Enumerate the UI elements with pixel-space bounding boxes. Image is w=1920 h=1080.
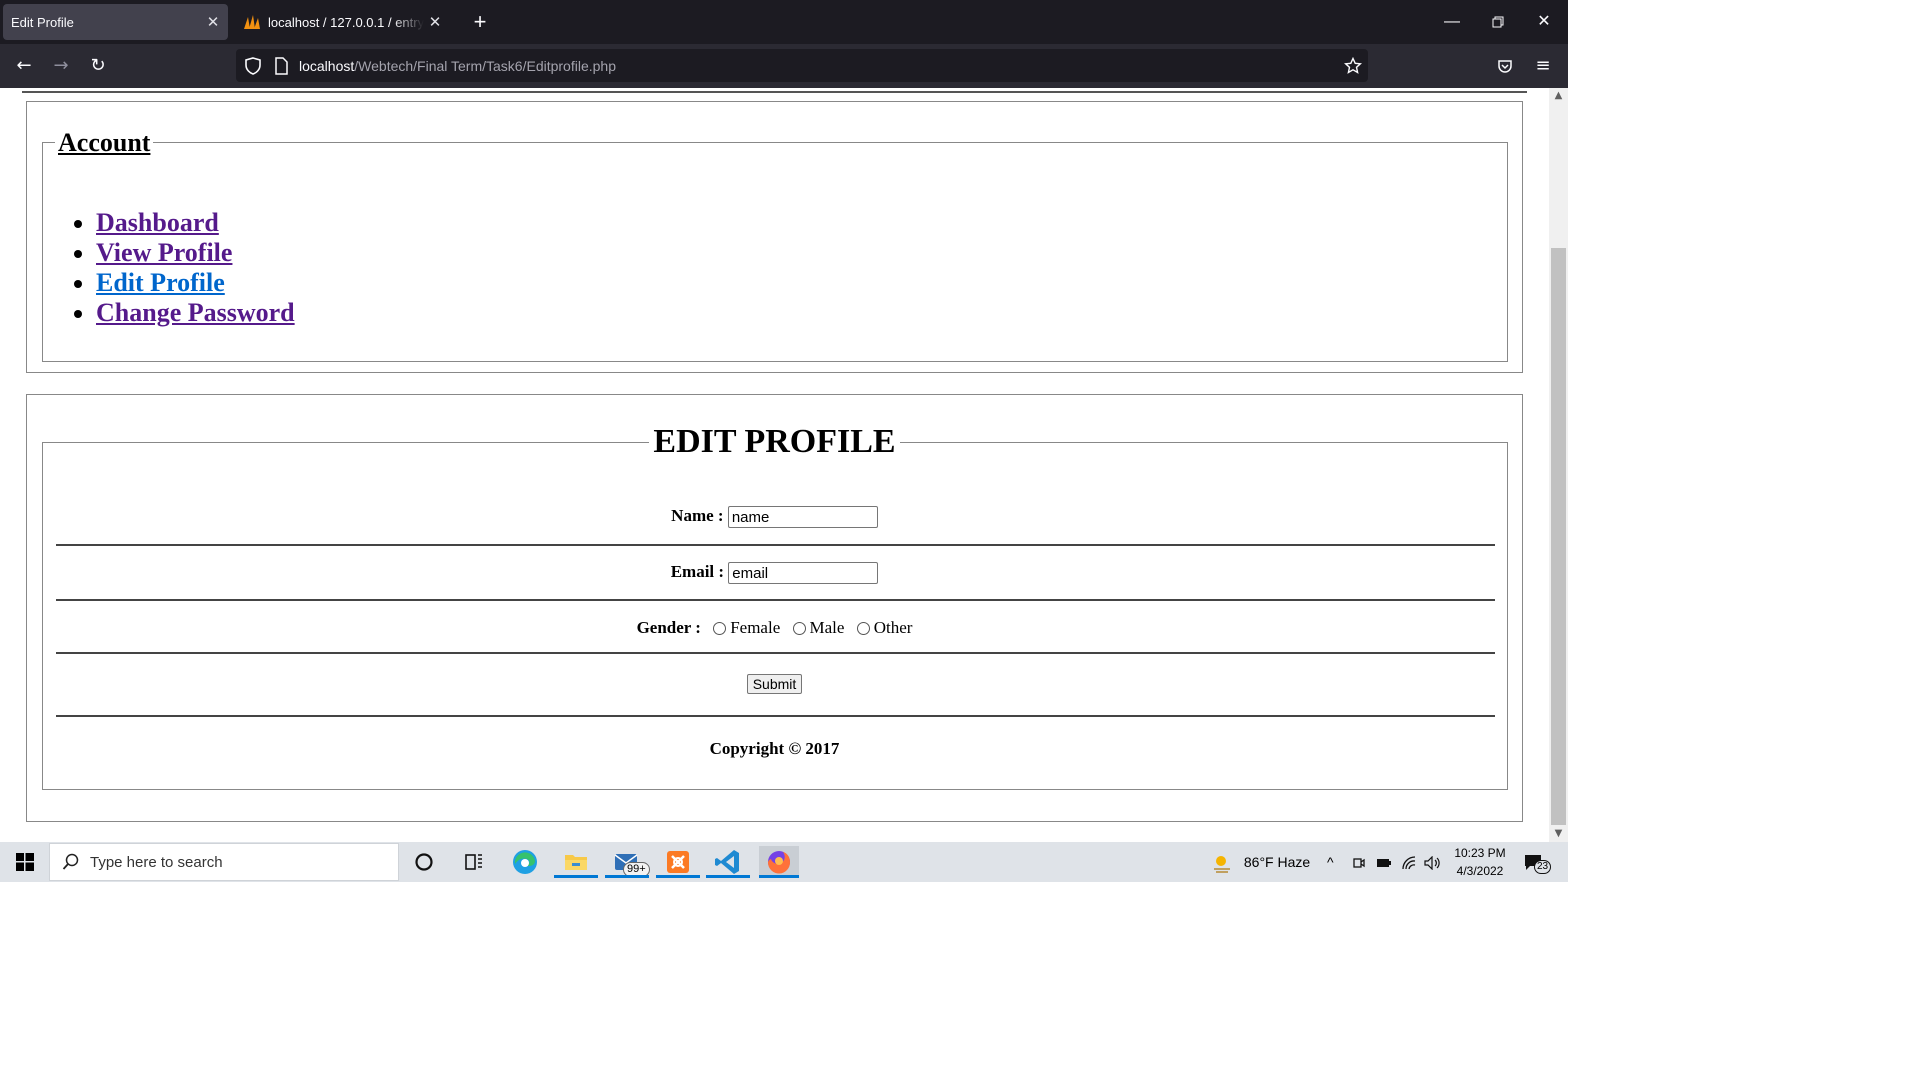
- tab-close-icon[interactable]: ✕: [424, 13, 446, 31]
- email-input[interactable]: [728, 562, 879, 585]
- account-menu: Dashboard View Profile Edit Profile Chan…: [58, 208, 295, 328]
- tab-edit-profile[interactable]: Edit Profile ✕: [3, 4, 228, 40]
- clock-date: 4/3/2022: [1456, 864, 1504, 878]
- search-placeholder: Type here to search: [90, 854, 223, 871]
- list-item: Change Password: [96, 298, 295, 328]
- running-indicator: [605, 875, 649, 878]
- running-indicator: [554, 875, 598, 878]
- account-legend: Account: [55, 128, 154, 158]
- scrollbar-thumb[interactable]: [1551, 248, 1566, 825]
- web-page: Account Dashboard View Profile Edit Prof…: [0, 88, 1549, 842]
- female-radio[interactable]: [713, 621, 727, 635]
- mail-icon[interactable]: 99+: [605, 846, 650, 878]
- submit-row: Submit: [0, 674, 1549, 694]
- divider: [22, 91, 1527, 93]
- phpmyadmin-favicon-icon: [244, 15, 260, 29]
- pocket-icon[interactable]: [1490, 52, 1520, 80]
- reload-icon[interactable]: ↻: [83, 52, 113, 80]
- running-indicator: [656, 875, 700, 878]
- edit-profile-link[interactable]: Edit Profile: [96, 268, 225, 297]
- page-icon[interactable]: [272, 57, 290, 75]
- running-indicator: [759, 875, 799, 878]
- url-text[interactable]: localhost/Webtech/Final Term/Task6/Editp…: [299, 58, 616, 74]
- tab-title: localhost / 127.0.0.1 / entry / sto: [268, 14, 424, 30]
- tab-strip: Edit Profile ✕ localhost / 127.0.0.1 / e…: [0, 0, 1568, 44]
- minimize-icon[interactable]: —: [1432, 8, 1472, 36]
- running-indicator: [706, 875, 750, 878]
- view-profile-link[interactable]: View Profile: [96, 238, 232, 267]
- meet-now-icon[interactable]: [1352, 842, 1366, 882]
- list-item: View Profile: [96, 238, 295, 268]
- volume-icon[interactable]: [1424, 842, 1442, 882]
- notification-count: 23: [1534, 860, 1552, 874]
- name-input[interactable]: [727, 506, 878, 529]
- name-row: Name :: [0, 506, 1549, 529]
- other-radio[interactable]: [856, 621, 870, 635]
- male-radio[interactable]: [792, 621, 806, 635]
- divider: [56, 544, 1495, 546]
- close-window-icon[interactable]: ✕: [1524, 8, 1564, 36]
- female-label: Female: [730, 618, 781, 637]
- male-label: Male: [809, 618, 845, 637]
- wifi-icon[interactable]: [1401, 842, 1417, 882]
- tab-close-icon[interactable]: ✕: [202, 13, 224, 31]
- firefox-icon[interactable]: [759, 846, 799, 878]
- name-label: Name :: [671, 506, 724, 525]
- email-label: Email :: [670, 562, 725, 581]
- address-bar[interactable]: localhost/Webtech/Final Term/Task6/Editp…: [236, 49, 1368, 82]
- task-view-icon[interactable]: [458, 846, 490, 878]
- divider: [56, 715, 1495, 717]
- windows-start-icon[interactable]: [0, 842, 48, 882]
- new-tab-button[interactable]: +: [468, 8, 492, 36]
- email-row: Email :: [0, 562, 1549, 585]
- change-password-link[interactable]: Change Password: [96, 298, 295, 327]
- cortana-icon[interactable]: [408, 846, 440, 878]
- taskbar: Type here to search 99+ 86°F Haze ^ 10:2…: [0, 842, 1568, 882]
- gender-row: Gender : Female Male Other: [0, 618, 1549, 638]
- scroll-down-icon[interactable]: ▼: [1549, 826, 1568, 842]
- hamburger-menu-icon[interactable]: ≡: [1528, 52, 1558, 80]
- battery-icon[interactable]: [1376, 842, 1392, 882]
- taskbar-search-box[interactable]: Type here to search: [49, 843, 399, 881]
- list-item: Dashboard: [96, 208, 295, 238]
- restore-icon[interactable]: [1478, 8, 1518, 36]
- forward-arrow-icon[interactable]: →: [46, 52, 76, 80]
- gender-label: Gender :: [636, 618, 701, 637]
- edit-profile-fieldset: [42, 442, 1508, 790]
- clock[interactable]: 10:23 PM 4/3/2022: [1448, 844, 1512, 880]
- divider: [56, 652, 1495, 654]
- xampp-icon[interactable]: [656, 846, 700, 878]
- tab-phpmyadmin[interactable]: localhost / 127.0.0.1 / entry / sto ✕: [236, 4, 450, 40]
- weather-widget[interactable]: 86°F Haze: [1210, 842, 1310, 882]
- back-arrow-icon[interactable]: ←: [9, 52, 39, 80]
- search-icon: [62, 853, 79, 870]
- divider: [56, 599, 1495, 601]
- list-item: Edit Profile: [96, 268, 295, 298]
- weather-sun-icon: [1214, 856, 1230, 874]
- edge-browser-icon[interactable]: [509, 846, 541, 878]
- page-title: EDIT PROFILE: [0, 423, 1549, 461]
- clock-time: 10:23 PM: [1454, 846, 1506, 860]
- bookmark-star-icon[interactable]: [1344, 57, 1362, 75]
- vscode-icon[interactable]: [706, 846, 750, 878]
- weather-text: 86°F Haze: [1243, 854, 1311, 870]
- show-hidden-icons-chevron-icon[interactable]: ^: [1327, 842, 1334, 882]
- shield-icon[interactable]: [244, 57, 262, 75]
- copyright-footer: Copyright © 2017: [709, 739, 840, 758]
- scroll-up-icon[interactable]: ▲: [1549, 88, 1568, 104]
- submit-button[interactable]: Submit: [746, 674, 803, 694]
- file-explorer-icon[interactable]: [554, 846, 598, 878]
- other-label: Other: [873, 618, 913, 637]
- dashboard-link[interactable]: Dashboard: [96, 208, 219, 237]
- notifications-icon[interactable]: 23: [1524, 842, 1552, 882]
- tab-title: Edit Profile: [11, 14, 74, 30]
